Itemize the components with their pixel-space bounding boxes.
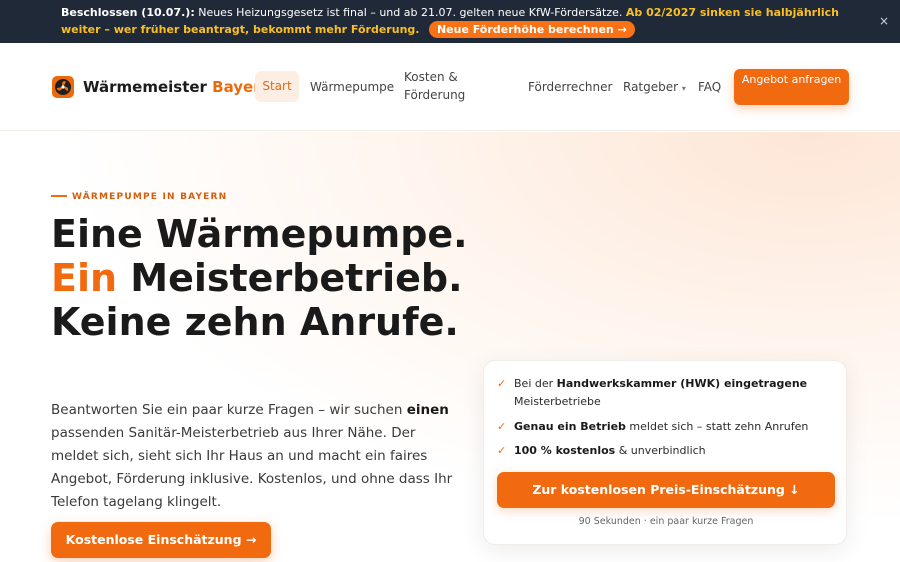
- hero-headline: Eine Wärmepumpe. Ein Meisterbetrieb. Kei…: [51, 212, 481, 344]
- nav-waermepumpe[interactable]: Wärmepumpe: [310, 78, 394, 96]
- announcement-body: Neues Heizungsgesetz ist final – und ab …: [194, 6, 626, 19]
- nav-start[interactable]: Start: [255, 71, 299, 102]
- check-icon: ✓: [497, 444, 507, 457]
- lead-part-2: passenden Sanitär-Meisterbetrieb aus Ihr…: [51, 425, 453, 510]
- benefits-card: ✓ Bei der Handwerkskammer (HWK) eingetra…: [483, 360, 847, 545]
- benefit-hwk-pre: Bei der: [514, 377, 557, 390]
- eyebrow-line: [51, 194, 67, 197]
- announcement-bar: Beschlossen (10.07.): Neues Heizungsgese…: [0, 0, 900, 43]
- hero-eyebrow: WÄRMEPUMPE IN BAYERN: [51, 192, 227, 202]
- benefit-kostenlos-bold: 100 % kostenlos: [514, 444, 616, 457]
- benefit-hwk: ✓ Bei der Handwerkskammer (HWK) eingetra…: [497, 375, 837, 411]
- nav-ratgeber[interactable]: Ratgeber ▾: [623, 78, 686, 98]
- benefit-ein-betrieb-bold: Genau ein Betrieb: [514, 420, 626, 433]
- benefit-kostenlos: ✓ 100 % kostenlos & unverbindlich: [497, 442, 837, 460]
- chevron-down-icon: ▾: [681, 84, 686, 93]
- nav-faq[interactable]: FAQ: [698, 78, 721, 96]
- angebot-anfragen-button[interactable]: Angebot anfragen: [734, 69, 849, 105]
- benefit-hwk-bold: Handwerkskammer (HWK) eingetragene: [556, 377, 808, 390]
- benefit-ein-betrieb-text: Genau ein Betrieb meldet sich – statt ze…: [514, 418, 837, 436]
- hero-lead: Beantworten Sie ein paar kurze Fragen – …: [51, 399, 461, 514]
- headline-accent: Ein: [51, 256, 118, 300]
- check-icon: ✓: [497, 377, 507, 390]
- benefit-kostenlos-post: & unverbindlich: [615, 444, 706, 457]
- lead-part-1: Beantworten Sie ein paar kurze Fragen – …: [51, 402, 407, 418]
- announcement-prefix: Beschlossen (10.07.):: [61, 6, 195, 19]
- site-header: Wärmemeister Bayern Start Wärmepumpe Kos…: [0, 43, 900, 131]
- eyebrow-label: WÄRMEPUMPE IN BAYERN: [72, 192, 228, 202]
- benefit-ein-betrieb-post: meldet sich – statt zehn Anrufen: [625, 420, 809, 433]
- kostenlose-einschaetzung-button[interactable]: Kostenlose Einschätzung →: [51, 522, 271, 558]
- headline-part-1: Eine Wärmepumpe.: [51, 212, 468, 256]
- benefit-hwk-text: Bei der Handwerkskammer (HWK) eingetrage…: [514, 375, 837, 411]
- hero-section: WÄRMEPUMPE IN BAYERN Eine Wärmepumpe. Ei…: [0, 132, 900, 562]
- nav-kosten-foerderung[interactable]: Kosten & Förderung: [404, 68, 474, 104]
- brand-name[interactable]: Wärmemeister Bayern: [83, 78, 271, 96]
- preis-einschaetzung-button[interactable]: Zur kostenlosen Preis-Einschätzung ↓: [497, 472, 835, 508]
- nav-ratgeber-label: Ratgeber: [623, 80, 679, 94]
- benefit-ein-betrieb: ✓ Genau ein Betrieb meldet sich – statt …: [497, 418, 837, 436]
- check-icon: ✓: [497, 420, 507, 433]
- close-icon[interactable]: ×: [879, 13, 889, 29]
- fan-logo-icon[interactable]: [52, 76, 74, 98]
- lead-bold: einen: [406, 402, 449, 418]
- card-note: 90 Sekunden · ein paar kurze Fragen: [578, 516, 754, 527]
- announcement-text: Beschlossen (10.07.): Neues Heizungsgese…: [61, 5, 851, 38]
- foerderhoehe-button[interactable]: Neue Förderhöhe berechnen →: [428, 21, 635, 38]
- benefit-hwk-post: Meisterbetriebe: [514, 395, 601, 408]
- nav-foerderrechner[interactable]: Förderrechner: [528, 78, 612, 96]
- brand-main: Wärmemeister: [83, 78, 213, 96]
- benefit-kostenlos-text: 100 % kostenlos & unverbindlich: [514, 442, 837, 460]
